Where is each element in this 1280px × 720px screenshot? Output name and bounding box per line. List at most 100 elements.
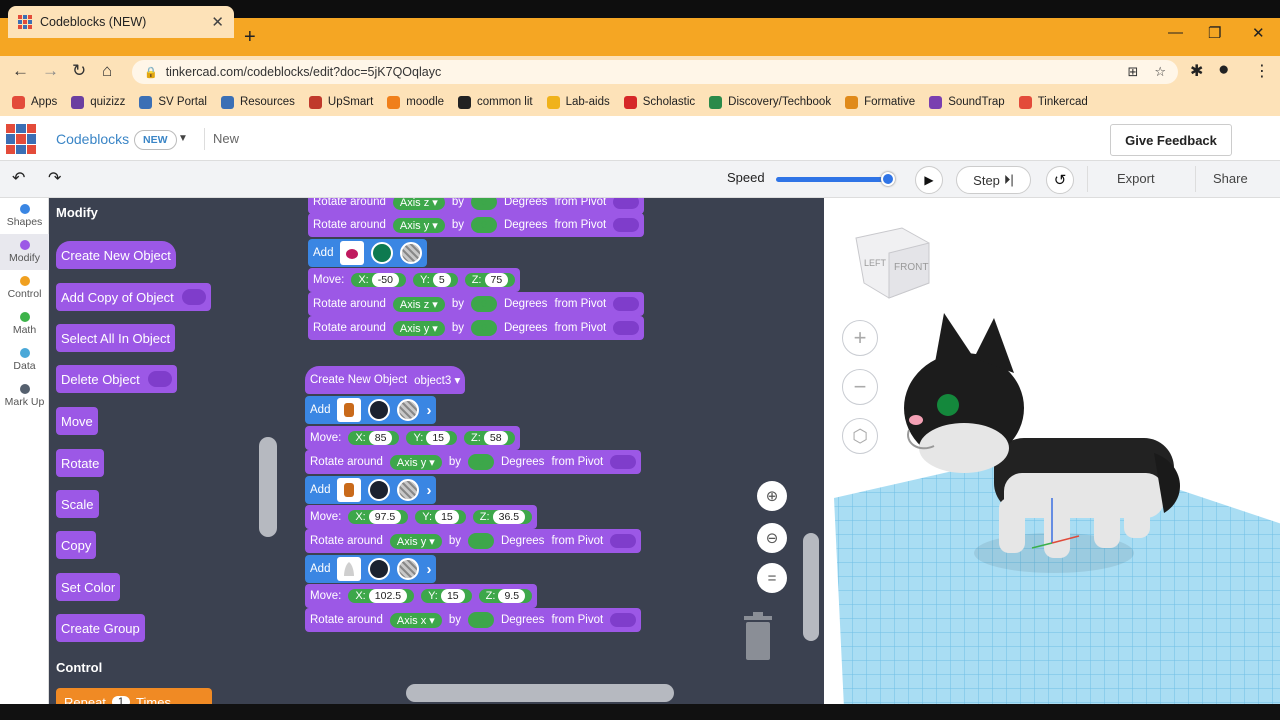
- axis-dropdown[interactable]: Axis x ▾: [389, 612, 442, 628]
- window-close-icon[interactable]: ✕: [1252, 24, 1265, 42]
- install-app-icon[interactable]: ⊞: [1127, 64, 1138, 80]
- rotate-block[interactable]: Rotate around Axis y ▾ by 0 Degrees from…: [308, 213, 645, 237]
- rotate-block[interactable]: Rotate around Axis y ▾ by 0 Degrees from…: [305, 529, 642, 553]
- rotate-block[interactable]: Rotate around Axis x ▾ by 0 Degrees from…: [305, 608, 642, 632]
- tab-close-icon[interactable]: ✕: [211, 13, 224, 31]
- move-block[interactable]: Move: X: 85 Y: 15 Z: 58: [305, 426, 520, 450]
- rotate-block[interactable]: Rotate around Axis y ▾ by 0 Degrees from…: [305, 450, 642, 474]
- undo-icon[interactable]: ↶: [12, 168, 25, 188]
- share-button[interactable]: Share: [1213, 171, 1248, 186]
- category-markup[interactable]: Mark Up: [0, 378, 49, 414]
- hole-toggle-icon[interactable]: [400, 242, 423, 264]
- category-modify[interactable]: Modify: [0, 234, 49, 270]
- reload-icon[interactable]: ↻: [72, 61, 86, 81]
- flyout-block-add-copy[interactable]: Add Copy of Object: [56, 283, 211, 311]
- move-y-field[interactable]: Y: 15: [415, 510, 466, 524]
- viewport-fit-button[interactable]: ⬡: [842, 418, 878, 454]
- category-data[interactable]: Data: [0, 342, 49, 378]
- bookmark-item[interactable]: common lit: [458, 95, 533, 109]
- degrees-field[interactable]: 0: [467, 454, 494, 470]
- degrees-field[interactable]: 0: [470, 320, 497, 336]
- shape-preview-icon[interactable]: [340, 241, 365, 265]
- workspace-vertical-scrollbar[interactable]: [803, 533, 819, 641]
- restore-icon[interactable]: ❐: [1208, 24, 1221, 42]
- color-swatch[interactable]: [368, 558, 391, 580]
- repeat-count-field[interactable]: 1: [111, 696, 131, 704]
- document-name[interactable]: New: [213, 131, 239, 146]
- axis-dropdown[interactable]: Axis y ▾: [392, 217, 445, 233]
- chevron-right-icon[interactable]: ›: [426, 402, 431, 419]
- move-block[interactable]: Move: X: 97.5 Y: 15 Z: 36.5: [305, 505, 538, 529]
- flyout-scrollbar[interactable]: [259, 437, 277, 537]
- rotate-block[interactable]: Rotate around Axis z ▾ by 0 Degrees from…: [308, 198, 645, 214]
- degrees-field[interactable]: 0: [467, 612, 494, 628]
- app-switch-chevron-down-icon[interactable]: ▼: [178, 133, 188, 144]
- profile-avatar-icon[interactable]: ●: [1218, 59, 1229, 81]
- play-button[interactable]: ▶: [915, 166, 943, 194]
- trash-icon[interactable]: [740, 612, 776, 662]
- degrees-field[interactable]: 0: [470, 198, 497, 210]
- hole-toggle-icon[interactable]: [397, 558, 420, 580]
- bookmark-item[interactable]: Discovery/Techbook: [709, 95, 831, 109]
- flyout-block-copy[interactable]: Copy: [56, 531, 97, 559]
- bookmark-item[interactable]: SoundTrap: [929, 95, 1005, 109]
- browser-tab[interactable]: Codeblocks (NEW) ✕: [8, 6, 234, 38]
- degrees-field[interactable]: 0: [467, 533, 494, 549]
- move-y-field[interactable]: Y: 5: [412, 273, 458, 287]
- extensions-icon[interactable]: ✱: [1190, 61, 1203, 81]
- app-name[interactable]: Codeblocks: [56, 131, 129, 147]
- tinkercad-logo[interactable]: [6, 124, 36, 154]
- move-z-field[interactable]: Z: 36.5: [472, 510, 533, 524]
- give-feedback-button[interactable]: Give Feedback: [1110, 124, 1232, 156]
- color-swatch[interactable]: [368, 479, 391, 501]
- bookmark-item[interactable]: SV Portal: [139, 95, 207, 109]
- color-swatch[interactable]: [368, 399, 391, 421]
- export-button[interactable]: Export: [1117, 171, 1155, 186]
- zoom-reset-button[interactable]: =: [757, 563, 787, 593]
- bookmark-item[interactable]: Lab-aids: [546, 95, 610, 109]
- reset-button[interactable]: ↺: [1046, 166, 1074, 194]
- chevron-right-icon[interactable]: ›: [426, 561, 431, 578]
- viewport-zoom-in-button[interactable]: +: [842, 320, 878, 356]
- move-z-field[interactable]: Z: 9.5: [478, 589, 533, 603]
- bookmark-item[interactable]: Apps: [12, 95, 57, 109]
- rotate-block[interactable]: Rotate around Axis z ▾ by 0 Degrees from…: [308, 292, 645, 316]
- bookmark-item[interactable]: UpSmart: [308, 95, 373, 109]
- axis-dropdown[interactable]: Axis z ▾: [392, 296, 445, 312]
- move-x-field[interactable]: X: 97.5: [348, 510, 409, 524]
- bookmark-item[interactable]: quizizz: [71, 95, 125, 109]
- 3d-viewport[interactable]: LEFT FRONT + − ⬡: [824, 198, 1280, 704]
- step-button[interactable]: Step ⏵|: [956, 166, 1031, 194]
- cylinder-shape-icon[interactable]: [337, 478, 362, 502]
- flyout-block-repeat[interactable]: Repeat 1 Times: [56, 688, 212, 704]
- add-shape-block[interactable]: Add ›: [305, 396, 437, 424]
- object-name-dropdown[interactable]: object3 ▾: [414, 373, 460, 387]
- move-y-field[interactable]: Y: 15: [421, 589, 472, 603]
- flyout-block-create-new-object[interactable]: Create New Object: [56, 241, 176, 269]
- cylinder-shape-icon[interactable]: [337, 398, 362, 422]
- move-x-field[interactable]: X: 102.5: [348, 589, 415, 603]
- speed-slider-handle[interactable]: [881, 172, 895, 186]
- degrees-field[interactable]: 0: [470, 296, 497, 312]
- add-shape-block[interactable]: Add ›: [305, 555, 437, 583]
- zoom-out-button[interactable]: ⊖: [757, 523, 787, 553]
- redo-icon[interactable]: ↷: [48, 168, 61, 188]
- axis-dropdown[interactable]: Axis y ▾: [392, 320, 445, 336]
- bookmark-item[interactable]: Tinkercad: [1018, 95, 1088, 109]
- axis-dropdown[interactable]: Axis y ▾: [389, 533, 442, 549]
- hole-toggle-icon[interactable]: [397, 399, 420, 421]
- flyout-block-delete-object[interactable]: Delete Object: [56, 365, 177, 393]
- home-icon[interactable]: ⌂: [102, 61, 112, 81]
- move-z-field[interactable]: Z: 75: [464, 273, 516, 287]
- flyout-block-set-color[interactable]: Set Color: [56, 573, 121, 601]
- category-shapes[interactable]: Shapes: [0, 198, 49, 234]
- browser-menu-icon[interactable]: ⋮: [1254, 61, 1270, 81]
- move-block[interactable]: Move: X: 102.5 Y: 15 Z: 9.5: [305, 584, 538, 608]
- degrees-field[interactable]: 0: [470, 217, 497, 233]
- bookmark-item[interactable]: moodle: [387, 95, 444, 109]
- workspace-horizontal-scrollbar[interactable]: [406, 684, 674, 702]
- bookmark-item[interactable]: Formative: [845, 95, 915, 109]
- minimize-icon[interactable]: —: [1168, 24, 1183, 41]
- add-shape-block[interactable]: Add ›: [305, 476, 437, 504]
- hole-toggle-icon[interactable]: [397, 479, 420, 501]
